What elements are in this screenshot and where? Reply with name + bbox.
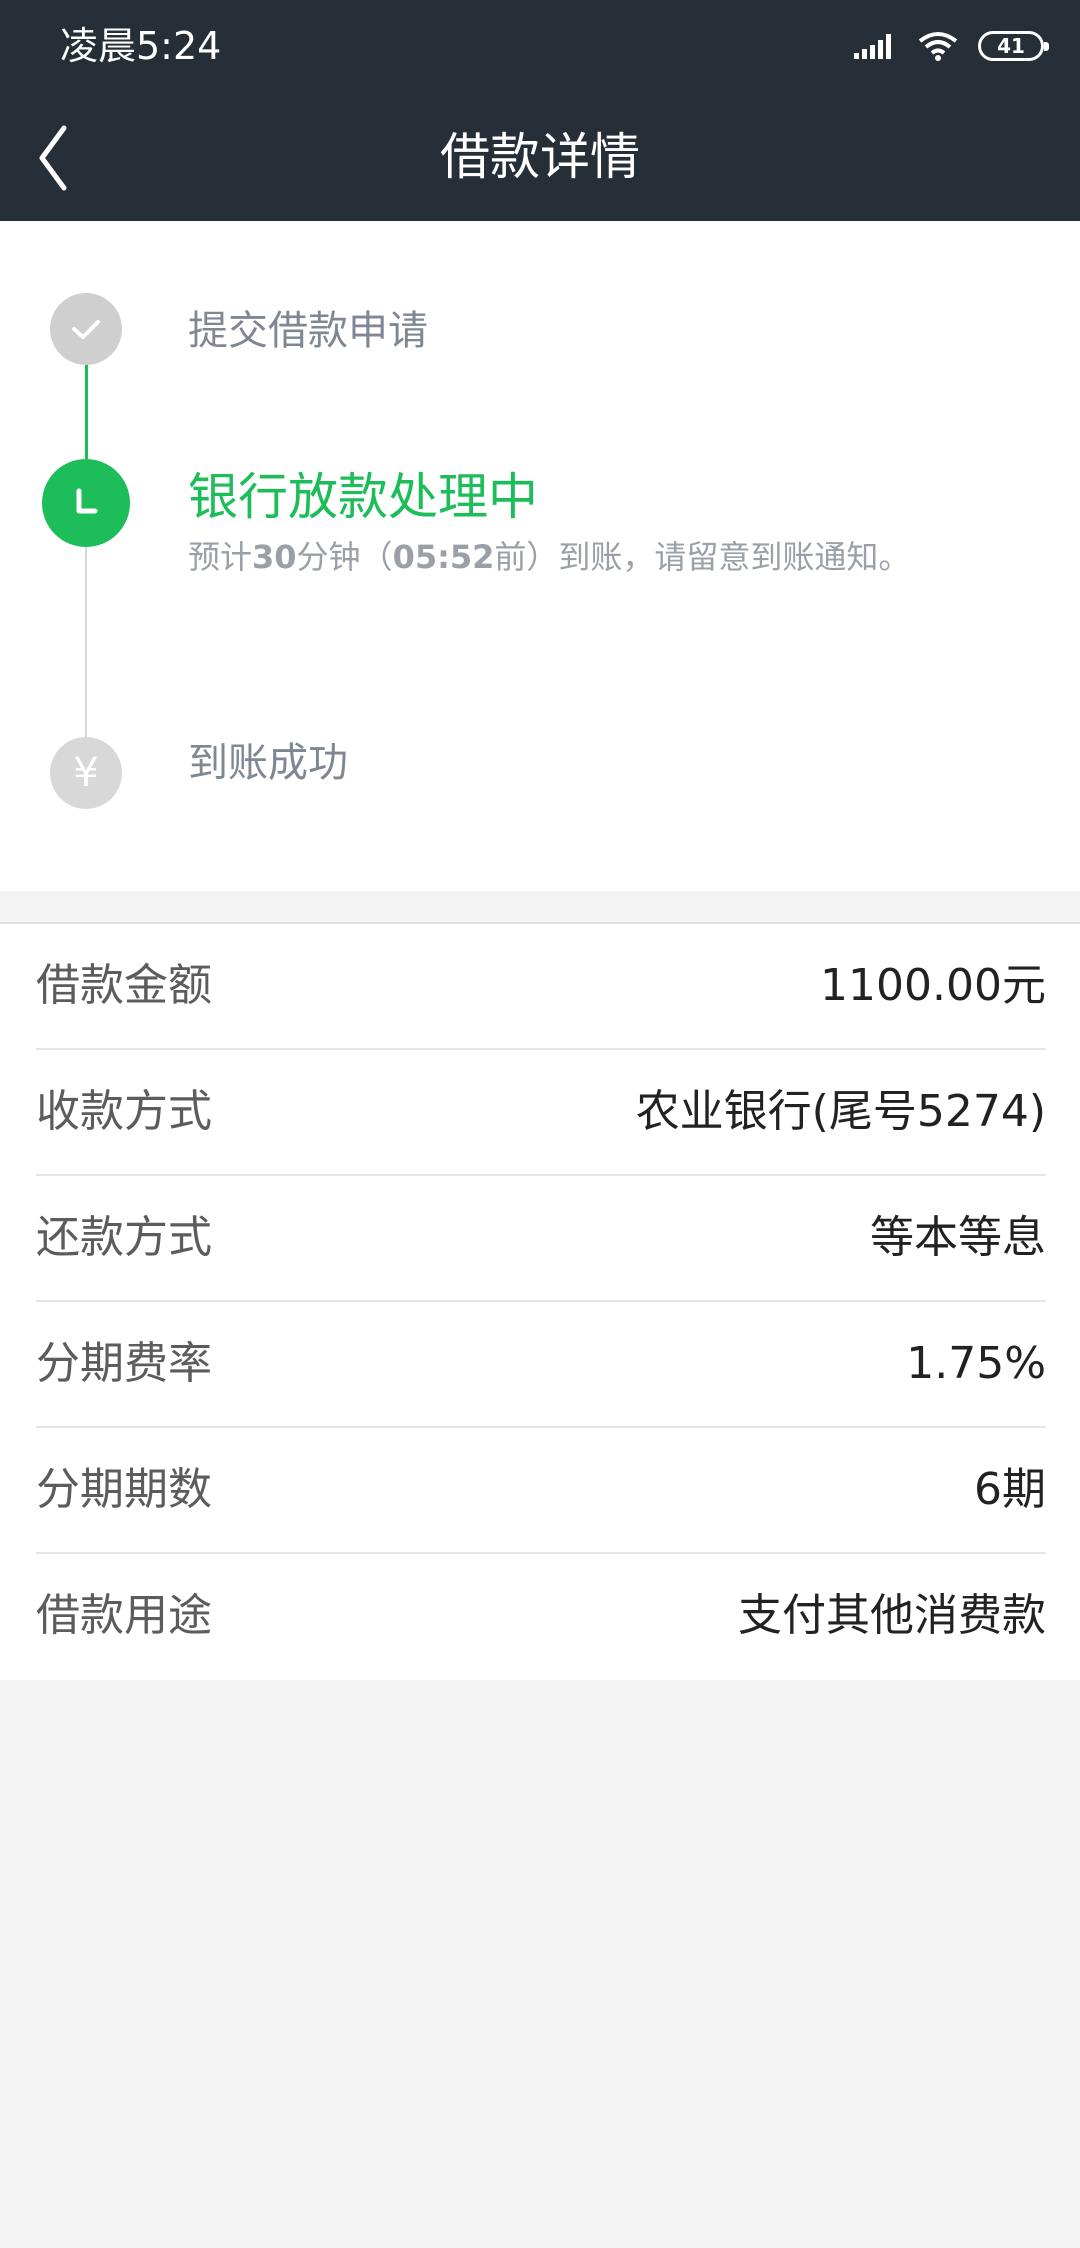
yuan-icon: ¥	[50, 737, 122, 809]
detail-row-loan-purpose: 借款用途 支付其他消费款	[36, 1554, 1046, 1680]
detail-label: 分期费率	[36, 1338, 212, 1389]
loan-details-list: 借款金额 1100.00元 收款方式 农业银行(尾号5274) 还款方式 等本等…	[0, 922, 1080, 1680]
detail-value: 1100.00元	[820, 960, 1046, 1011]
battery-icon: 41	[978, 31, 1049, 61]
detail-label: 还款方式	[36, 1212, 212, 1263]
detail-value: 6期	[974, 1464, 1046, 1515]
signal-icon	[854, 34, 891, 59]
detail-label: 分期期数	[36, 1464, 212, 1515]
detail-row-receiving-method: 收款方式 农业银行(尾号5274)	[36, 1050, 1046, 1176]
step-submit-label: 提交借款申请	[188, 308, 428, 354]
detail-label: 借款用途	[36, 1590, 212, 1641]
status-time: 凌晨5:24	[60, 24, 222, 68]
progress-line-done	[85, 365, 88, 459]
detail-row-repayment-method: 还款方式 等本等息	[36, 1176, 1046, 1302]
detail-value: 支付其他消费款	[738, 1590, 1046, 1641]
step-received-label: 到账成功	[188, 740, 348, 786]
loan-progress-timeline: 提交借款申请 银行放款处理中 预计30分钟（05:52前）到账，请留意到账通知。…	[0, 221, 1080, 891]
detail-row-installment-count: 分期期数 6期	[36, 1428, 1046, 1554]
detail-value: 农业银行(尾号5274)	[635, 1086, 1046, 1137]
detail-row-amount: 借款金额 1100.00元	[36, 924, 1046, 1050]
detail-value: 1.75%	[906, 1338, 1046, 1389]
wifi-icon	[918, 32, 958, 61]
app-header: 凌晨5:24 41 借款详情	[0, 0, 1080, 221]
status-icons: 41	[854, 24, 1049, 68]
page-title: 借款详情	[440, 128, 640, 186]
detail-value: 等本等息	[870, 1212, 1046, 1263]
step-processing-label: 银行放款处理中	[188, 468, 538, 526]
check-icon	[50, 293, 122, 365]
progress-line-pending	[85, 547, 87, 737]
clock-icon	[42, 459, 130, 547]
detail-row-installment-rate: 分期费率 1.75%	[36, 1302, 1046, 1428]
detail-label: 借款金额	[36, 960, 212, 1011]
detail-label: 收款方式	[36, 1086, 212, 1137]
step-processing-note: 预计30分钟（05:52前）到账，请留意到账通知。	[188, 538, 911, 576]
